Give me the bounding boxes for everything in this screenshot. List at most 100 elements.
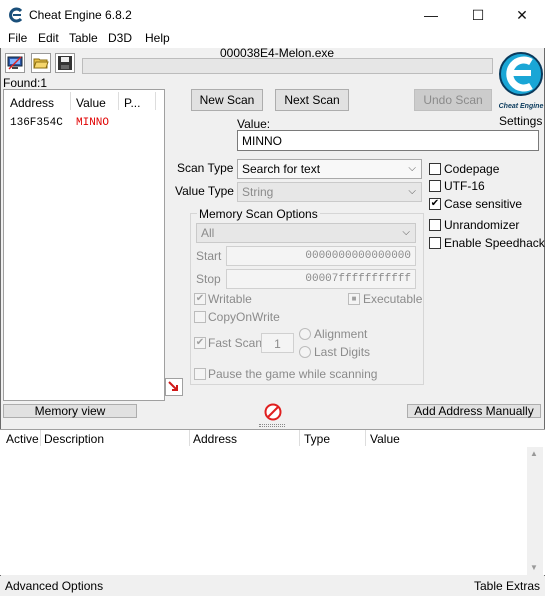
settings-link[interactable]: Settings — [499, 114, 542, 128]
select-process-button[interactable] — [5, 53, 25, 73]
fast-scan-checkbox[interactable]: ✔ — [194, 337, 206, 349]
col-divider — [155, 92, 156, 110]
writable-label: Writable — [208, 292, 252, 306]
alignment-label: Alignment — [314, 327, 368, 341]
maximize-button[interactable]: ☐ — [455, 0, 501, 30]
table-extras-link[interactable]: Table Extras — [474, 579, 540, 593]
logo-text: Cheat Engine — [499, 103, 544, 110]
result-value: MINNO — [76, 117, 110, 129]
scan-type-label: Scan Type — [177, 161, 234, 175]
last-digits-label: Last Digits — [314, 345, 371, 359]
col-divider — [40, 430, 41, 446]
folder-open-icon — [33, 58, 49, 69]
col-description[interactable]: Description — [44, 432, 104, 446]
codepage-label: Codepage — [444, 162, 500, 176]
start-label: Start — [196, 249, 222, 263]
pause-game-checkbox[interactable] — [194, 368, 206, 380]
col-value[interactable]: Value — [76, 96, 106, 110]
scrollbar[interactable]: ▲ ▼ — [527, 447, 543, 575]
result-address: 136F354C — [10, 117, 63, 129]
add-address-manually-button[interactable]: Add Address Manually — [407, 404, 541, 418]
menu-edit[interactable]: Edit — [38, 31, 59, 45]
alignment-radio[interactable] — [299, 328, 311, 340]
executable-checkbox[interactable]: ■ — [348, 293, 360, 305]
new-scan-button[interactable]: New Scan — [191, 89, 263, 111]
table-row[interactable]: 136F354C MINNO — [4, 114, 164, 132]
scan-type-value: Search for text — [242, 162, 321, 176]
chevron-down-icon: ⌵ — [402, 227, 410, 238]
scroll-down-icon[interactable]: ▼ — [530, 563, 538, 572]
undo-scan-button[interactable]: Undo Scan — [414, 89, 492, 111]
memory-region-value: All — [201, 226, 215, 240]
col-divider — [70, 92, 71, 110]
codepage-checkbox[interactable] — [429, 163, 441, 175]
add-to-list-button[interactable] — [165, 378, 183, 396]
fast-scan-value-input[interactable]: 1 — [261, 333, 294, 353]
utf16-label: UTF-16 — [444, 179, 485, 193]
chevron-down-icon: ⌵ — [408, 186, 416, 197]
memory-view-button[interactable]: Memory view — [3, 404, 137, 418]
col-type[interactable]: Type — [304, 432, 330, 446]
close-icon: ✕ — [516, 6, 528, 23]
results-list[interactable]: Address Value P... 136F354C MINNO — [3, 89, 165, 401]
next-scan-button[interactable]: Next Scan — [275, 89, 349, 111]
start-address-input[interactable]: 0000000000000000 — [226, 246, 416, 266]
found-count: Found:1 — [3, 76, 48, 90]
col-divider — [118, 92, 119, 110]
scan-progress-bar — [82, 58, 493, 74]
col-value[interactable]: Value — [370, 432, 400, 446]
copy-on-write-label: CopyOnWrite — [208, 310, 280, 324]
last-digits-radio[interactable] — [299, 346, 311, 358]
executable-label: Executable — [363, 292, 423, 306]
minimize-icon: — — [424, 7, 438, 23]
value-type-label: Value Type — [175, 184, 234, 198]
col-active[interactable]: Active — [6, 432, 39, 446]
scroll-up-icon[interactable]: ▲ — [530, 449, 538, 458]
value-input[interactable]: MINNO — [237, 130, 539, 151]
cheat-engine-app-icon — [9, 7, 23, 23]
menu-d3d[interactable]: D3D — [108, 31, 132, 45]
value-type-value: String — [242, 185, 274, 199]
menu-file[interactable]: File — [8, 31, 27, 45]
utf16-checkbox[interactable] — [429, 180, 441, 192]
speedhack-checkbox[interactable] — [429, 237, 441, 249]
col-address[interactable]: Address — [10, 96, 54, 110]
case-sensitive-checkbox[interactable]: ✔ — [429, 198, 441, 210]
splitter-handle[interactable] — [259, 424, 285, 427]
maximize-icon: ☐ — [471, 6, 485, 23]
memory-scan-options-title: Memory Scan Options — [197, 207, 320, 221]
close-button[interactable]: ✕ — [499, 0, 545, 30]
stop-label: Stop — [196, 272, 221, 286]
case-sensitive-label: Case sensitive — [444, 197, 523, 211]
window-title: Cheat Engine 6.8.2 — [29, 8, 132, 22]
chevron-down-icon: ⌵ — [408, 163, 416, 174]
col-previous[interactable]: P... — [124, 96, 140, 110]
red-arrow-icon — [168, 381, 178, 391]
open-file-button[interactable] — [31, 53, 51, 73]
unrandomizer-checkbox[interactable] — [429, 219, 441, 231]
cheat-engine-logo[interactable]: Cheat Engine — [497, 48, 545, 112]
advanced-options-link[interactable]: Advanced Options — [5, 579, 103, 593]
copy-on-write-checkbox[interactable] — [194, 311, 206, 323]
unrandomizer-label: Unrandomizer — [444, 218, 520, 232]
speedhack-label: Enable Speedhack — [444, 236, 545, 250]
col-address[interactable]: Address — [193, 432, 237, 446]
stop-icon[interactable] — [264, 403, 282, 421]
col-divider — [189, 430, 190, 446]
stop-address-input[interactable]: 00007fffffffffff — [226, 269, 416, 289]
memory-region-select[interactable]: All ⌵ — [196, 223, 416, 243]
computer-icon — [7, 56, 23, 70]
address-table[interactable]: Active Description Address Type Value ▲ … — [0, 429, 545, 575]
save-icon — [58, 56, 72, 70]
writable-checkbox[interactable]: ✔ — [194, 293, 206, 305]
value-type-select[interactable]: String ⌵ — [237, 182, 422, 202]
scan-type-select[interactable]: Search for text ⌵ — [237, 159, 422, 179]
col-divider — [299, 430, 300, 446]
menu-table[interactable]: Table — [69, 31, 98, 45]
fast-scan-label: Fast Scan — [208, 336, 263, 350]
minimize-button[interactable]: — — [408, 0, 454, 30]
value-label: Value: — [237, 117, 271, 131]
save-button[interactable] — [55, 53, 75, 73]
col-divider — [365, 430, 366, 446]
menu-help[interactable]: Help — [145, 31, 170, 45]
